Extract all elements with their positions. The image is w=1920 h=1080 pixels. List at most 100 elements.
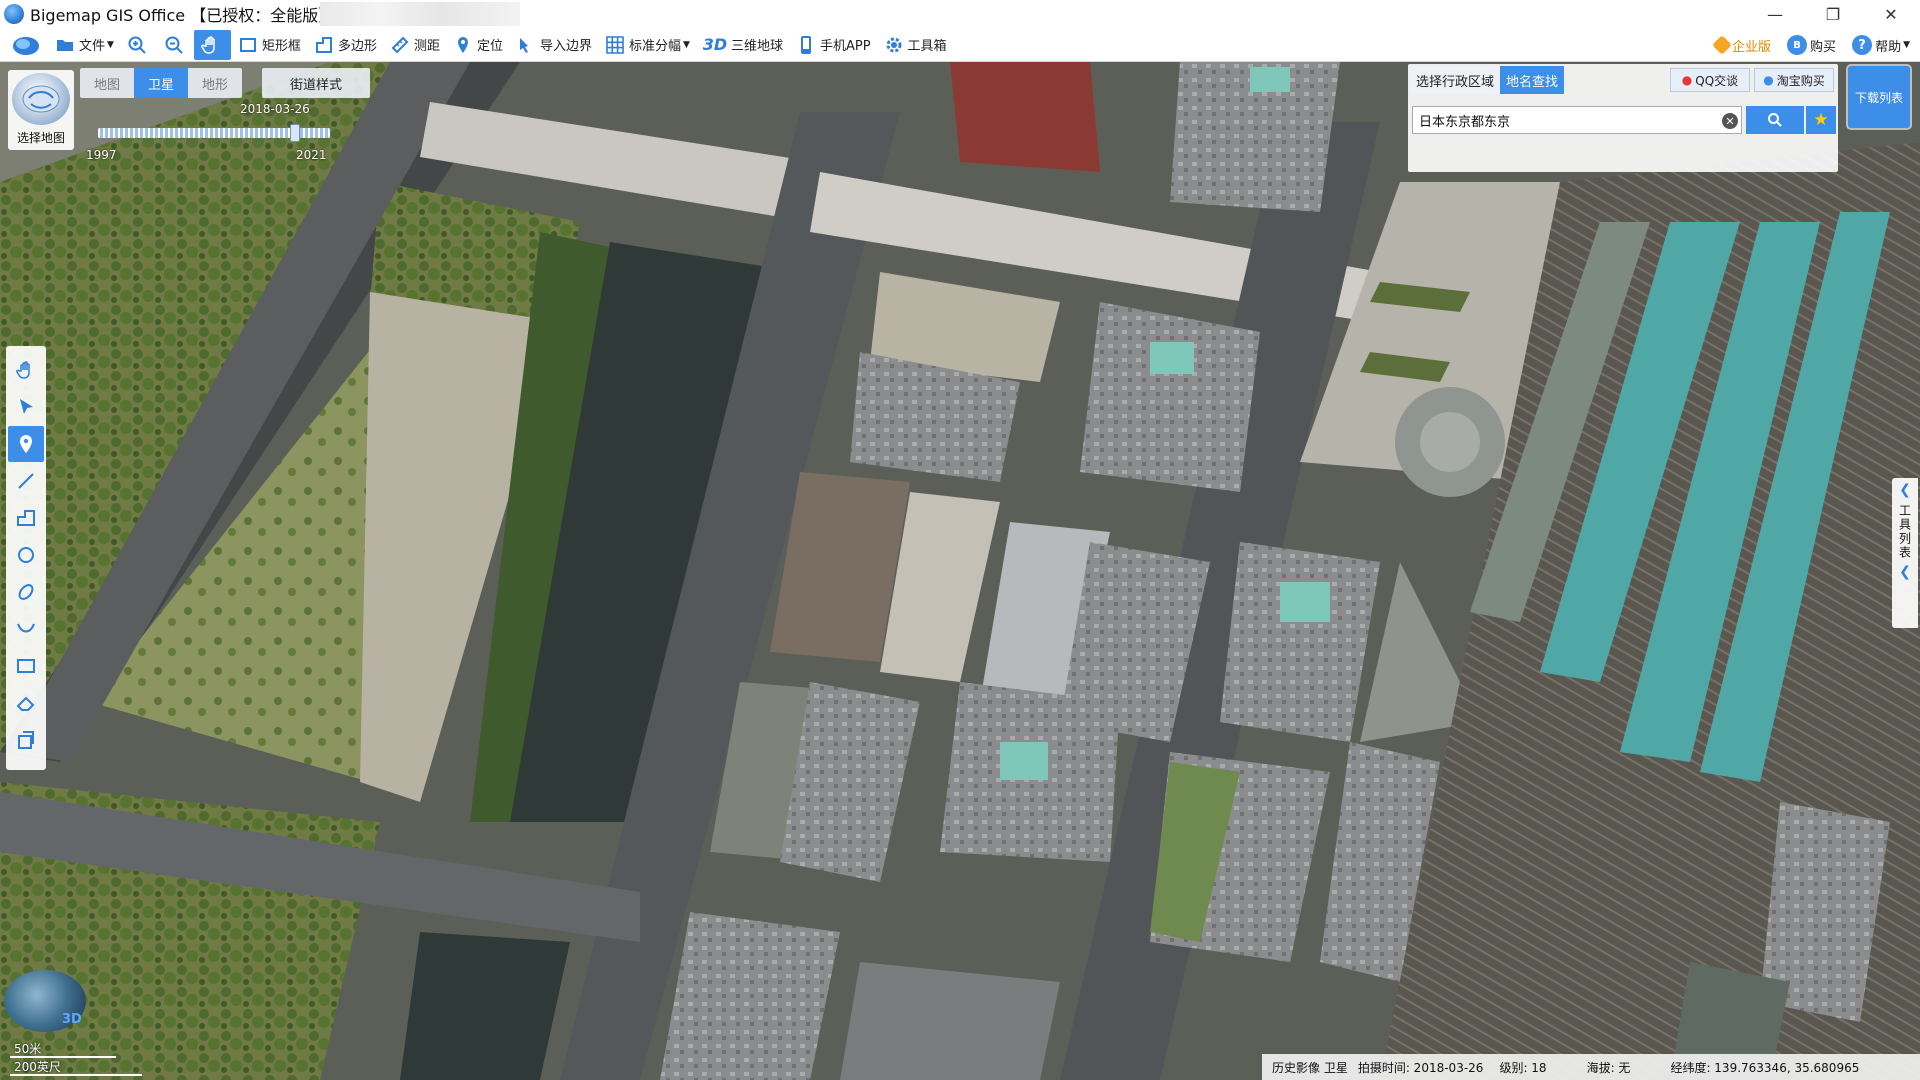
select-tool-button[interactable]: [8, 389, 44, 425]
close-button[interactable]: ✕: [1862, 0, 1920, 28]
satellite-imagery: [0, 62, 1920, 1080]
hand-icon: [200, 34, 222, 56]
zoom-in-button[interactable]: [120, 30, 157, 60]
globe-3d-label: 三维地球: [730, 39, 783, 54]
status-coordinates: 经纬度: 139.763346, 35.680965: [1670, 1060, 1860, 1075]
ellipse-tool-icon: [18, 584, 34, 600]
measure-button[interactable]: 测距: [383, 30, 446, 60]
zoom-in-icon: [126, 34, 148, 56]
zoom-out-icon: [163, 34, 185, 56]
chevron-down-icon: ▼: [683, 39, 690, 50]
buy-button[interactable]: B 购买: [1783, 30, 1840, 60]
search-button[interactable]: [1746, 106, 1804, 134]
measure-label: 测距: [413, 39, 440, 54]
favorite-star-button[interactable]: ★: [1806, 106, 1836, 134]
rectangle-tool-button[interactable]: [8, 648, 44, 684]
import-boundary-button[interactable]: 导入边界: [509, 30, 598, 60]
chevron-left-icon: ❮: [1899, 564, 1911, 580]
ellipse-tool-button[interactable]: [8, 574, 44, 610]
eraser-tool-button[interactable]: [8, 685, 44, 721]
app-logo-icon: [4, 4, 24, 24]
tab-satellite[interactable]: 卫星: [134, 68, 188, 98]
tab-admin-region[interactable]: 选择行政区域: [1410, 66, 1501, 94]
globe-3d-badge[interactable]: 3D: [62, 1012, 82, 1027]
mobile-app-label: 手机APP: [819, 39, 871, 54]
polygon-tool-icon: [17, 510, 35, 526]
status-layer: 历史影像 卫星: [1272, 1060, 1348, 1075]
chevron-down-icon: ▼: [107, 39, 114, 50]
scale-metric: 50米: [14, 1042, 42, 1056]
import-boundary-label: 导入边界: [540, 39, 593, 54]
place-search-input[interactable]: [1412, 106, 1742, 134]
curve-tool-button[interactable]: [8, 611, 44, 647]
help-icon: ?: [1852, 35, 1873, 55]
clipboard-tool-button[interactable]: [8, 722, 44, 758]
download-list-button[interactable]: 下载列表: [1848, 66, 1910, 128]
line-tool-icon: [18, 473, 34, 489]
phone-icon: [795, 34, 817, 56]
import-boundary-icon: [515, 34, 537, 56]
qq-icon: ●: [1681, 73, 1693, 87]
map-chooser[interactable]: 选择地图: [8, 70, 74, 150]
timeline-handle[interactable]: [290, 124, 301, 142]
home-logo-button[interactable]: [4, 30, 48, 60]
qq-chat-button[interactable]: ● QQ交谈: [1670, 68, 1750, 92]
line-tool-button[interactable]: [8, 463, 44, 499]
toolbox-label: 工具箱: [907, 39, 947, 54]
maximize-button[interactable]: ❐: [1804, 0, 1862, 28]
cloud-logo-icon: [13, 36, 39, 55]
map-type-tabs: 地图 卫星 地形: [80, 68, 242, 98]
standard-grid-label: 标准分幅: [629, 39, 682, 54]
3d-icon: 3D: [702, 35, 728, 54]
tool-list-panel[interactable]: ❮ 工具列表 ❮: [1892, 478, 1918, 628]
title-bar: Bigemap GIS Office 【已授权：全能版】 — ❐ ✕: [0, 0, 1920, 28]
folder-icon: [54, 34, 76, 56]
search-icon: [1768, 113, 1782, 127]
locate-button[interactable]: 定位: [446, 30, 509, 60]
pan-tool-icon: [16, 361, 30, 379]
marker-tool-button[interactable]: [8, 426, 44, 462]
globe-3d-button[interactable]: 3D 三维地球: [696, 30, 789, 60]
help-menu[interactable]: ? 帮助 ▼: [1848, 30, 1914, 60]
rectangle-select-button[interactable]: 矩形框: [231, 30, 307, 60]
pan-tool-button[interactable]: [8, 352, 44, 388]
tab-place-search[interactable]: 地名查找: [1500, 66, 1565, 94]
enterprise-button[interactable]: 企业版: [1711, 30, 1775, 60]
search-tabs: 选择行政区域 地名查找: [1410, 66, 1565, 94]
rectangle-tool-icon: [17, 659, 35, 673]
tab-map[interactable]: 地图: [80, 68, 134, 98]
tool-list-label: 工具列表: [1897, 504, 1912, 560]
gear-icon: [883, 34, 905, 56]
minimize-button[interactable]: —: [1746, 0, 1804, 28]
marker-pin-icon: [20, 435, 32, 453]
map-canvas[interactable]: 选择地图 地图 卫星 地形 街道样式 2018-03-26 1997 2021 …: [0, 62, 1920, 1080]
timeline-end-year: 2021: [296, 148, 327, 162]
toolbar-right: 企业版 B 购买 ? 帮助 ▼: [1711, 28, 1914, 62]
status-bar: 历史影像 卫星 拍摄时间: 2018-03-26 级别: 18 海拔: 无 经纬…: [1262, 1054, 1920, 1080]
circle-tool-button[interactable]: [8, 537, 44, 573]
polygon-select-button[interactable]: 多边形: [307, 30, 383, 60]
taobao-buy-button[interactable]: ● 淘宝购买: [1754, 68, 1834, 92]
eraser-tool-icon: [16, 696, 35, 711]
toolbox-button[interactable]: 工具箱: [877, 30, 953, 60]
zoom-out-button[interactable]: [157, 30, 194, 60]
tab-terrain[interactable]: 地形: [188, 68, 242, 98]
scale-bar-imperial: [10, 1074, 142, 1076]
polygon-tool-button[interactable]: [8, 500, 44, 536]
file-menu[interactable]: 文件 ▼: [48, 30, 120, 60]
clear-search-icon[interactable]: ✕: [1722, 113, 1738, 129]
file-menu-label: 文件: [79, 39, 106, 54]
circle-tool-icon: [18, 547, 34, 563]
timeline-current-date: 2018-03-26: [240, 102, 310, 116]
select-arrow-icon: [20, 399, 33, 414]
rectangle-select-icon: [237, 34, 259, 56]
buy-label: 购买: [1810, 39, 1837, 55]
status-capture-time: 拍摄时间: 2018-03-26: [1357, 1060, 1484, 1075]
mobile-app-button[interactable]: 手机APP: [789, 30, 877, 60]
street-style-button[interactable]: 街道样式: [262, 68, 370, 98]
standard-grid-menu[interactable]: 标准分幅 ▼: [598, 30, 696, 60]
taobao-buy-label: 淘宝购买: [1776, 73, 1825, 88]
timeline-start-year: 1997: [86, 148, 117, 162]
pan-button[interactable]: [193, 29, 231, 60]
status-zoom-level: 级别: 18: [1499, 1060, 1547, 1075]
